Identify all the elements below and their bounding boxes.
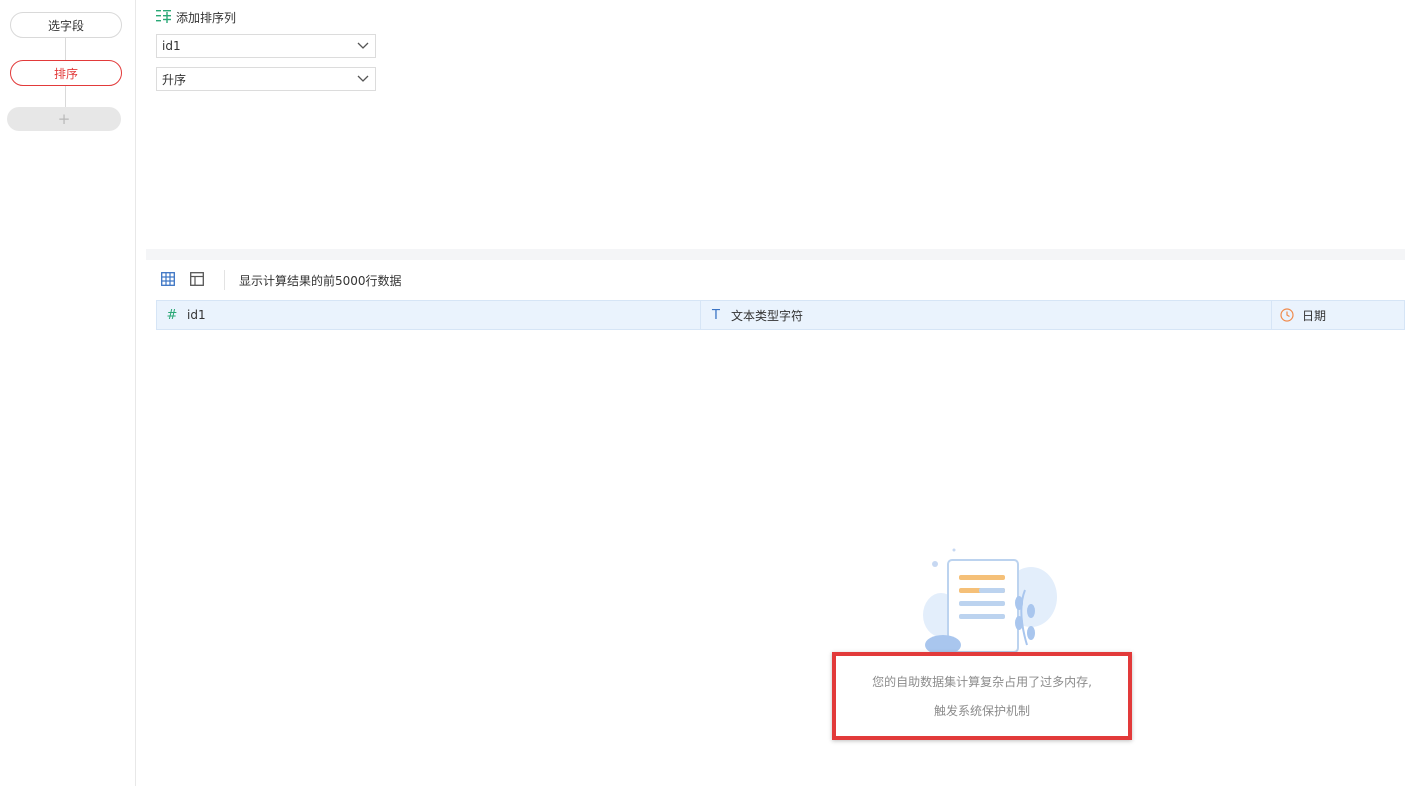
empty-state-illustration [921, 545, 1061, 655]
column-header-id1[interactable]: # id1 [157, 301, 701, 329]
layout-icon [190, 271, 204, 289]
step-connector [65, 38, 66, 60]
memory-warning-message: 您的自助数据集计算复杂占用了过多内存, 触发系统保护机制 [832, 652, 1132, 740]
step-sort[interactable]: 排序 [10, 60, 122, 86]
sort-order-select[interactable]: 升序 [156, 67, 376, 91]
text-type-icon: T [712, 307, 720, 323]
column-label: 日期 [1302, 308, 1327, 323]
data-preview-panel: 显示计算结果的前5000行数据 # id1 T 文本类型字符 日期 您的自助数据… [146, 260, 1405, 786]
add-step-button[interactable]: + [7, 107, 121, 131]
preview-toolbar: 显示计算结果的前5000行数据 [156, 270, 402, 290]
step-flow-panel: 选字段 排序 + [0, 0, 136, 786]
table-header: # id1 T 文本类型字符 日期 [156, 300, 1405, 330]
preview-row-limit-note: 显示计算结果的前5000行数据 [239, 273, 402, 288]
toolbar-separator [224, 270, 225, 290]
column-label: id1 [187, 308, 206, 322]
warning-line-1: 您的自助数据集计算复杂占用了过多内存, [872, 675, 1092, 689]
add-sort-column-label: 添加排序列 [176, 10, 237, 25]
grid-icon [161, 271, 175, 289]
chevron-down-icon [357, 72, 369, 86]
column-header-text[interactable]: T 文本类型字符 [701, 301, 1272, 329]
sort-field-value: id1 [162, 39, 181, 53]
add-column-icon [156, 9, 172, 26]
sort-field-select[interactable]: id1 [156, 34, 376, 58]
number-type-icon: # [166, 307, 178, 323]
table-view-button[interactable] [156, 270, 180, 290]
sort-config-panel: 添加排序列 id1 升序 [146, 0, 1405, 249]
sort-order-value: 升序 [162, 72, 187, 87]
column-label: 文本类型字符 [731, 308, 804, 323]
clock-icon [1280, 308, 1294, 322]
warning-line-2: 触发系统保护机制 [933, 704, 1030, 718]
step-connector [65, 86, 66, 107]
column-header-date[interactable]: 日期 [1272, 301, 1404, 329]
panel-divider [146, 249, 1405, 260]
add-sort-column-button[interactable]: 添加排序列 [156, 8, 236, 26]
layout-view-button[interactable] [185, 270, 209, 290]
step-select-fields[interactable]: 选字段 [10, 12, 122, 38]
chevron-down-icon [357, 39, 369, 53]
